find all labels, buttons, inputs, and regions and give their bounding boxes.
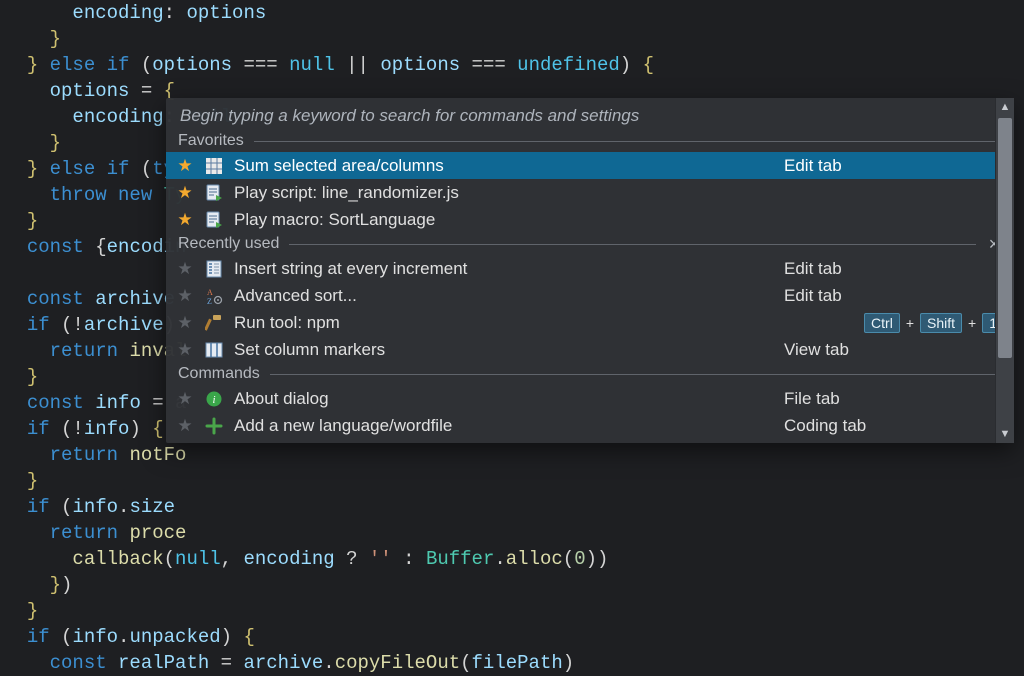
section-recent-label: Recently used: [178, 235, 279, 253]
cmd-set-column-markers[interactable]: ★ Set column markers View tab: [166, 336, 1014, 363]
cmd-label: Set column markers: [234, 340, 385, 360]
columns-icon: [204, 341, 224, 359]
cmd-category: Edit tab: [784, 156, 1004, 176]
shortcut: Ctrl+ Shift+ 1: [864, 313, 1004, 333]
divider: [254, 141, 1002, 142]
cmd-category: Edit tab: [784, 259, 1004, 279]
cmd-add-language[interactable]: ★ Add a new language/wordfile Coding tab: [166, 412, 1014, 443]
plus-icon: [204, 417, 224, 435]
divider: [289, 244, 976, 245]
cmd-label: Play macro: SortLanguage: [234, 210, 435, 230]
cmd-play-macro[interactable]: ★ Play macro: SortLanguage: [166, 206, 1014, 233]
star-icon[interactable]: ★: [176, 313, 194, 333]
cmd-run-tool-npm[interactable]: ★ Run tool: npm Ctrl+ Shift+ 1: [166, 309, 1014, 336]
cmd-insert-string[interactable]: ★ Insert string at every increment Edit …: [166, 255, 1014, 282]
section-recent: Recently used ×: [166, 233, 1014, 255]
section-commands: Commands: [166, 363, 1014, 385]
table-icon: [204, 157, 224, 175]
svg-text:A: A: [207, 288, 213, 297]
star-icon[interactable]: ★: [176, 416, 194, 436]
cmd-label: Sum selected area/columns: [234, 156, 444, 176]
cmd-category: Edit tab: [784, 286, 1004, 306]
cmd-label: Play script: line_randomizer.js: [234, 183, 459, 203]
section-favorites: Favorites: [166, 130, 1014, 152]
cmd-label: Advanced sort...: [234, 286, 357, 306]
command-search-placeholder[interactable]: Begin typing a keyword to search for com…: [166, 98, 1014, 130]
star-icon[interactable]: ★: [176, 389, 194, 409]
command-palette: Begin typing a keyword to search for com…: [166, 98, 1014, 443]
key: Ctrl: [864, 313, 900, 333]
star-icon[interactable]: ★: [176, 340, 194, 360]
section-favorites-label: Favorites: [178, 132, 244, 150]
script-icon: [204, 184, 224, 202]
cmd-category: View tab: [784, 340, 1004, 360]
cmd-label: Insert string at every increment: [234, 259, 467, 279]
hammer-icon: [204, 314, 224, 332]
key: Shift: [920, 313, 962, 333]
star-icon[interactable]: ★: [176, 286, 194, 306]
info-icon: i: [204, 390, 224, 408]
star-icon[interactable]: ★: [176, 183, 194, 203]
cmd-label: Run tool: npm: [234, 313, 340, 333]
section-commands-label: Commands: [178, 365, 260, 383]
cmd-about-dialog[interactable]: ★ i About dialog File tab: [166, 385, 1014, 412]
macro-icon: [204, 211, 224, 229]
scroll-down-icon[interactable]: ▼: [996, 425, 1014, 443]
divider: [270, 374, 1002, 375]
star-icon[interactable]: ★: [176, 259, 194, 279]
cmd-play-script[interactable]: ★ Play script: line_randomizer.js: [166, 179, 1014, 206]
cmd-category: File tab: [784, 389, 1004, 409]
cmd-sum-selected[interactable]: ★ Sum selected area/columns Edit tab: [166, 152, 1014, 179]
sort-icon: AZ: [204, 287, 224, 305]
star-icon[interactable]: ★: [176, 156, 194, 176]
cmd-advanced-sort[interactable]: ★ AZ Advanced sort... Edit tab: [166, 282, 1014, 309]
scrollbar-thumb[interactable]: [998, 118, 1012, 358]
scrollbar[interactable]: ▲ ▼: [995, 98, 1014, 443]
list-icon: [204, 260, 224, 278]
svg-text:Z: Z: [207, 297, 212, 305]
star-icon[interactable]: ★: [176, 210, 194, 230]
cmd-category: Coding tab: [784, 416, 1004, 436]
scroll-up-icon[interactable]: ▲: [996, 98, 1014, 116]
cmd-label: Add a new language/wordfile: [234, 416, 452, 436]
cmd-label: About dialog: [234, 389, 329, 409]
svg-text:i: i: [212, 394, 215, 406]
